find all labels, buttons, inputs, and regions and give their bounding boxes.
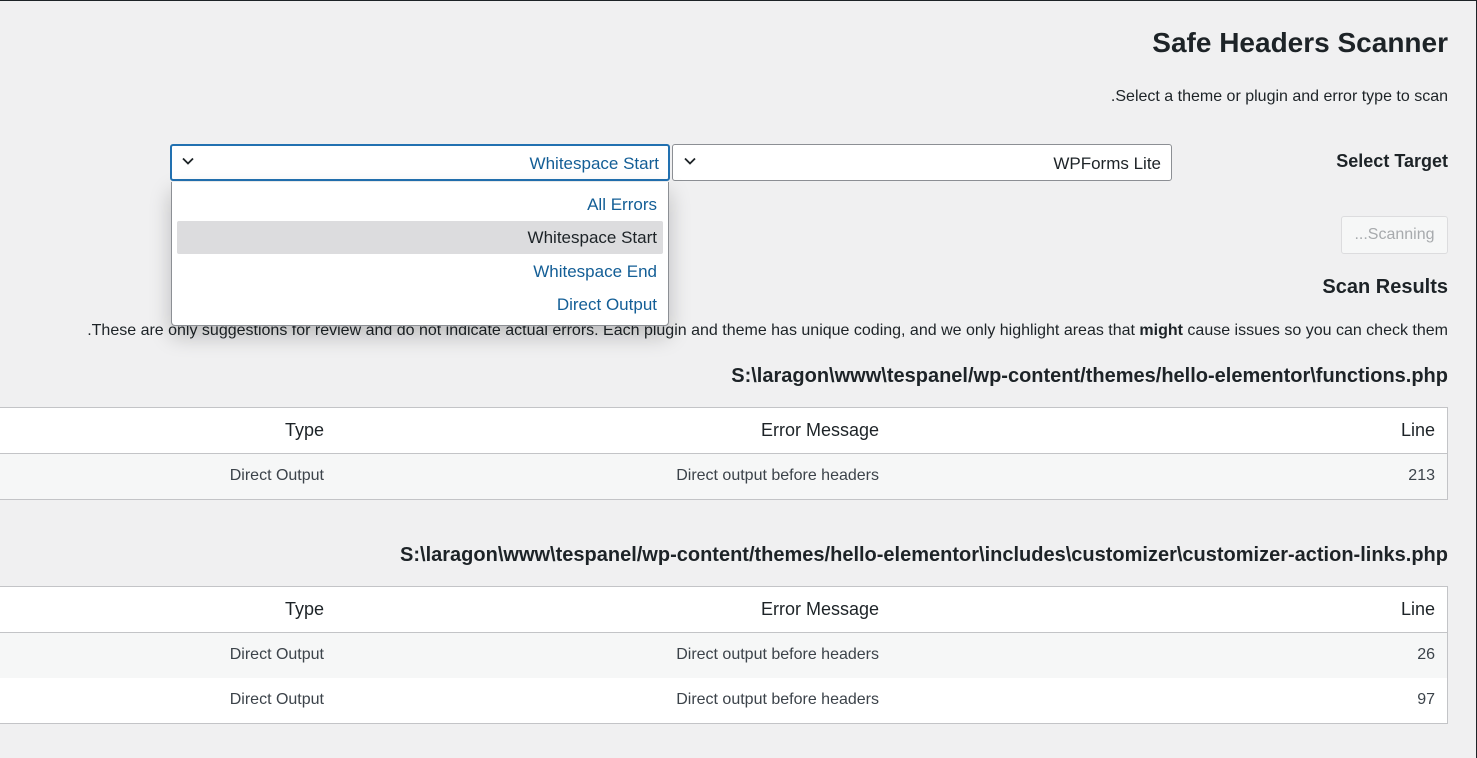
scan-button[interactable]: ...Scanning bbox=[1341, 216, 1448, 254]
column-header-type: Type bbox=[284, 599, 324, 619]
option-label: Direct Output bbox=[556, 295, 657, 314]
disclaimer-emphasis: might bbox=[1139, 322, 1183, 339]
results-table: Type Error Message Line Direct Output Di… bbox=[0, 586, 1448, 724]
column-header-type: Type bbox=[284, 420, 324, 440]
scan-results-title: Scan Results bbox=[1322, 276, 1448, 298]
cell-message: Direct output before headers bbox=[676, 691, 879, 708]
column-header-line: Line bbox=[1400, 599, 1435, 619]
option-direct-output[interactable]: Direct Output bbox=[177, 288, 663, 321]
cell-message: Direct output before headers bbox=[676, 646, 879, 663]
option-whitespace-end[interactable]: Whitespace End bbox=[177, 255, 663, 288]
error-type-dropdown: All Errors Whitespace Start Whitespace E… bbox=[171, 182, 669, 326]
file-path-heading: S:\laragon\www\tespanel/wp-content/theme… bbox=[400, 544, 1448, 566]
table-row: Direct Output Direct output before heade… bbox=[0, 454, 1447, 499]
file-path-heading: S:\laragon\www\tespanel/wp-content/theme… bbox=[731, 365, 1448, 387]
table-row: Direct Output Direct output before heade… bbox=[0, 633, 1447, 678]
cell-line: 213 bbox=[1408, 467, 1435, 484]
option-whitespace-start[interactable]: Whitespace Start bbox=[177, 221, 663, 254]
cell-line: 97 bbox=[1417, 691, 1435, 708]
disclaimer-text-end: cause issues so you can check them bbox=[1182, 322, 1448, 339]
column-header-line: Line bbox=[1400, 420, 1435, 440]
results-table: Type Error Message Line Direct Output Di… bbox=[0, 407, 1448, 500]
error-type-select-value: Whitespace Start bbox=[529, 154, 659, 173]
scanner-page: Safe Headers Scanner .Select a theme or … bbox=[0, 0, 1477, 758]
page-subtitle: .Select a theme or plugin and error type… bbox=[1110, 88, 1448, 105]
option-label: Whitespace Start bbox=[527, 228, 657, 247]
table-header-row: Type Error Message Line bbox=[0, 587, 1447, 633]
option-label: All Errors bbox=[587, 195, 657, 214]
option-label: Whitespace End bbox=[533, 262, 657, 281]
cell-type: Direct Output bbox=[229, 467, 324, 484]
cell-line: 26 bbox=[1417, 646, 1435, 663]
chevron-down-icon bbox=[182, 157, 194, 165]
table-header-row: Type Error Message Line bbox=[0, 408, 1447, 454]
cell-type: Direct Output bbox=[229, 646, 324, 663]
table-row: Direct Output Direct output before heade… bbox=[0, 678, 1447, 723]
plugin-select[interactable]: WPForms Lite bbox=[672, 144, 1172, 181]
page-title: Safe Headers Scanner bbox=[1152, 27, 1448, 58]
cell-message: Direct output before headers bbox=[676, 467, 879, 484]
option-all-errors[interactable]: All Errors bbox=[177, 188, 663, 221]
chevron-down-icon bbox=[684, 157, 696, 165]
column-header-message: Error Message bbox=[760, 420, 879, 440]
plugin-select-value: WPForms Lite bbox=[1053, 154, 1161, 173]
select-target-label: Select Target bbox=[1336, 151, 1448, 171]
column-header-message: Error Message bbox=[760, 599, 879, 619]
cell-type: Direct Output bbox=[229, 691, 324, 708]
error-type-select[interactable]: Whitespace Start bbox=[170, 144, 670, 181]
